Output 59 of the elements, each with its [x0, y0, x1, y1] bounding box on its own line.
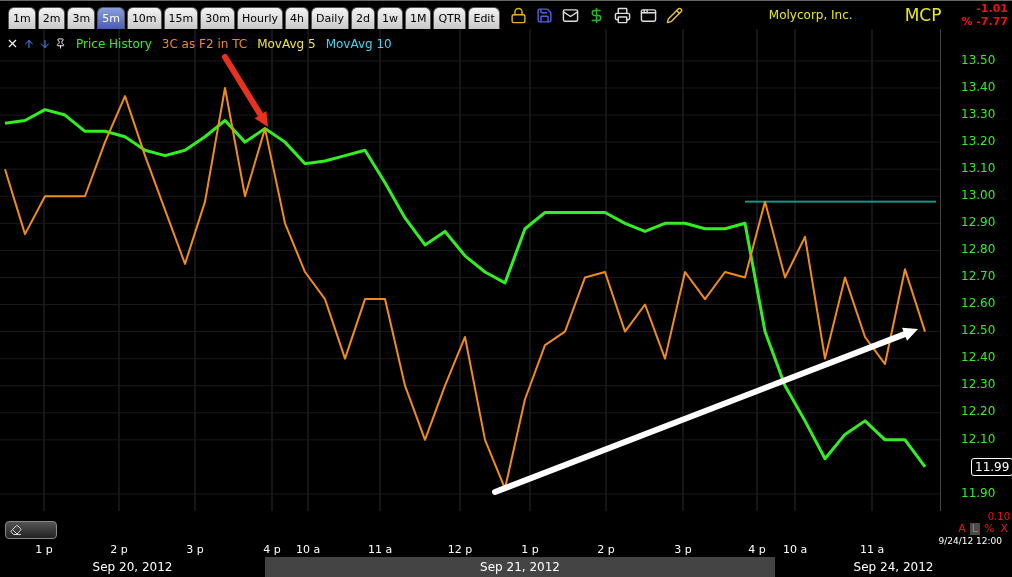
- price-tick: 11.90: [961, 485, 996, 500]
- time-label: 4 p: [748, 542, 766, 556]
- legend-label: 3C as F2 in TC: [161, 36, 248, 51]
- scale-button[interactable]: A: [956, 522, 968, 535]
- price-tick: 12.20: [961, 404, 996, 419]
- time-label: 11 a: [367, 542, 393, 556]
- price-tick: 13.40: [961, 79, 996, 94]
- percent-change: % -7.77: [961, 14, 1008, 28]
- timeframe-tab[interactable]: 4h: [285, 6, 310, 29]
- time-label: 3 p: [674, 542, 692, 556]
- time-label: 10 a: [295, 542, 321, 556]
- company-name: Molycorp, Inc.: [768, 7, 853, 22]
- timeframe-tab[interactable]: Hourly: [237, 6, 284, 29]
- price-tick: 12.50: [961, 323, 996, 338]
- price-tick: 13.20: [961, 133, 996, 148]
- scale-value: 0.10: [987, 510, 1010, 522]
- price-tick: 12.30: [961, 377, 996, 392]
- scale-button[interactable]: %: [982, 522, 997, 535]
- ticker-symbol: MCP: [904, 4, 942, 25]
- legend-label: Price History: [76, 36, 152, 51]
- price-tick: 12.60: [961, 296, 996, 311]
- price-tick: 13.50: [961, 52, 996, 67]
- time-label: 1 p: [35, 542, 53, 556]
- timeframe-tab[interactable]: 5m: [97, 6, 125, 29]
- timeframe-tab[interactable]: 3m: [67, 6, 96, 29]
- timeframe-tab[interactable]: 1m: [8, 6, 36, 29]
- price-tick: 13.10: [961, 160, 996, 175]
- time-label: 4 p: [263, 542, 281, 556]
- price-tick: 13.00: [961, 187, 996, 202]
- price-change: -1.01: [976, 1, 1008, 15]
- time-label: 1 p: [521, 542, 539, 556]
- price-tick: 12.90: [961, 215, 996, 229]
- timeframe-tab[interactable]: 1M: [404, 6, 432, 29]
- price-tick: 12.10: [961, 431, 996, 446]
- time-label: 10 a: [782, 542, 808, 556]
- time-label: 11 a: [859, 542, 885, 556]
- timeframe-tab[interactable]: Edit: [468, 6, 500, 29]
- scale-button[interactable]: X: [998, 522, 1010, 535]
- price-tick: 13.30: [961, 106, 996, 121]
- timeframe-tab[interactable]: 30m: [200, 6, 236, 29]
- date-label[interactable]: Sep 21, 2012: [265, 557, 775, 577]
- price-tick: 12.40: [961, 350, 996, 365]
- timeframe-tab[interactable]: QTR: [433, 6, 467, 29]
- timeframe-tab[interactable]: 10m: [126, 6, 162, 29]
- legend-label: MovAvg 10: [325, 36, 392, 51]
- timeframe-tab[interactable]: 2m: [37, 6, 66, 29]
- time-label: 12 p: [447, 542, 473, 556]
- timeframe-tab[interactable]: 1w: [376, 6, 403, 29]
- time-label: 2 p: [597, 542, 615, 556]
- timeframe-tab[interactable]: Daily: [311, 6, 349, 29]
- price-tick: 12.70: [961, 269, 996, 284]
- timestamp: 9/24/12 12:00: [938, 535, 1002, 546]
- last-price-label: 11.99: [971, 457, 1012, 476]
- time-label: 3 p: [186, 542, 204, 556]
- time-label: 2 p: [110, 542, 128, 556]
- legend-label: MovAvg 5: [257, 36, 316, 51]
- price-tick: 12.80: [961, 242, 996, 257]
- timeframe-tab[interactable]: 2d: [350, 6, 375, 29]
- timeframe-tab[interactable]: 15m: [163, 6, 199, 29]
